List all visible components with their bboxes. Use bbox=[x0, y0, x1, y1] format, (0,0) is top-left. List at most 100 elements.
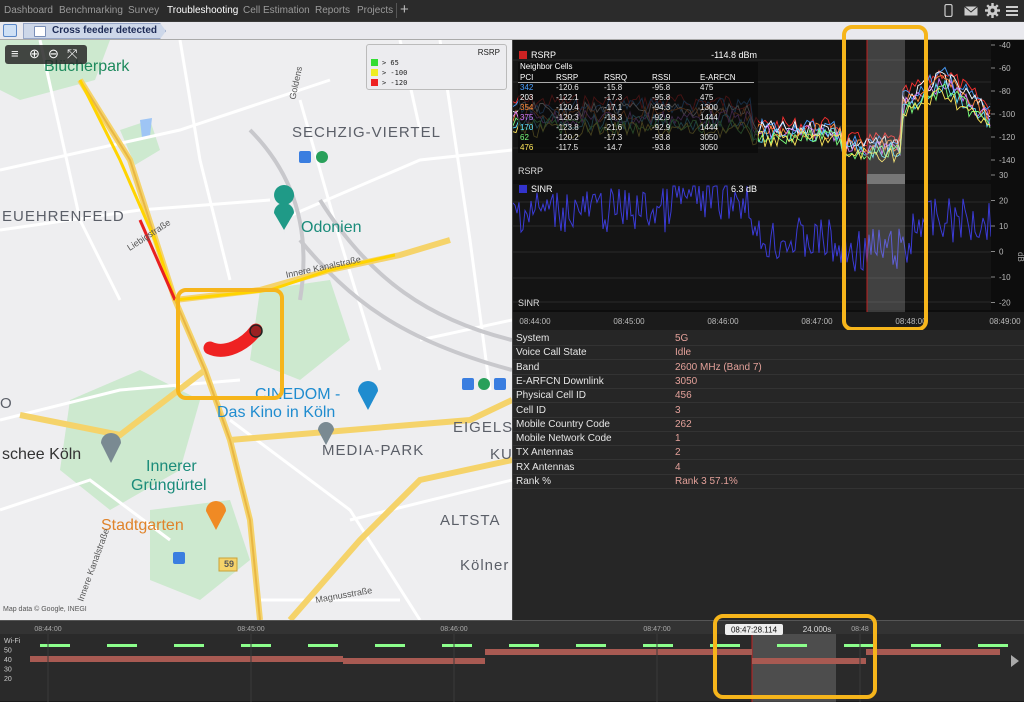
timeline-panel[interactable]: 08:44:00 08:45:00 08:46:00 08:47:00 08:48 Wi… bbox=[0, 614, 1024, 702]
parameter-row: Rank % Rank 3 57.1% bbox=[513, 475, 1024, 489]
timeline-row-labels: Wi-Fi 50 40 30 20 bbox=[4, 638, 21, 683]
sinr-tick-label: -10 bbox=[999, 273, 1011, 282]
legend-swatch bbox=[371, 69, 378, 76]
legend-row: > -120 bbox=[371, 79, 407, 87]
rsrp-tick-label: -60 bbox=[999, 64, 1011, 73]
rsrp-tick-label: -120 bbox=[999, 133, 1016, 142]
chart-time-tick: 08:45:00 bbox=[613, 317, 645, 326]
timeline-row-label: Wi-Fi bbox=[4, 638, 21, 645]
neighbor-cell: -120.2 bbox=[556, 133, 579, 142]
neighbor-row[interactable]: 62 -120.2 -17.3 -93.8 3050 bbox=[518, 133, 754, 143]
neighbor-cell: 475 bbox=[700, 83, 714, 93]
neighbor-cell: -122.1 bbox=[556, 93, 579, 102]
cell-parameters-panel: System 5G Voice Call State Idle Band 2600 MHz… bbox=[512, 330, 1024, 620]
nav-troubleshooting[interactable]: Troubleshooting bbox=[167, 5, 238, 16]
neighbor-row[interactable]: 354 -120.4 -17.1 -94.3 1300 bbox=[518, 103, 754, 113]
nav-survey[interactable]: Survey bbox=[128, 5, 159, 16]
neighbor-cell: -18.3 bbox=[604, 113, 623, 122]
wifi-segment bbox=[375, 644, 405, 647]
chart-panel[interactable]: -40 -60 -80 -100 -120 -140 30 20 10 0 -10 -20 08:4… bbox=[512, 25, 1024, 331]
sinr-unit-label: dB bbox=[1016, 252, 1024, 262]
menu-icon[interactable] bbox=[1006, 5, 1018, 20]
neighbor-cell: -93.8 bbox=[652, 133, 671, 142]
parameter-name: E-ARFCN Downlink bbox=[516, 375, 604, 387]
rsrp-axis-label: RSRP bbox=[518, 166, 543, 176]
parameter-row: Mobile Network Code 1 bbox=[513, 432, 1024, 447]
wifi-segment bbox=[978, 644, 1008, 647]
timeline-tick: 08:46:00 bbox=[440, 626, 467, 633]
neighbor-cell: 476 bbox=[520, 143, 534, 152]
neighbor-cell: -17.3 bbox=[604, 133, 623, 142]
wifi-segment bbox=[509, 644, 539, 647]
neighbor-cell: 3050 bbox=[700, 143, 718, 152]
parameter-value: 2 bbox=[675, 447, 681, 459]
breadcrumb-item[interactable]: Cross feeder detected bbox=[23, 23, 166, 39]
fit-route-button[interactable]: ⤧ bbox=[67, 46, 77, 62]
play-icon[interactable] bbox=[1011, 655, 1019, 667]
nav-reports[interactable]: Reports bbox=[315, 5, 350, 16]
parameter-value: 5G bbox=[675, 333, 689, 344]
home-icon[interactable] bbox=[3, 24, 17, 37]
neighbor-row[interactable]: 476 -117.5 -14.7 -93.8 3050 bbox=[518, 143, 754, 153]
chart-time-tick: 08:47:00 bbox=[801, 317, 833, 326]
mail-icon[interactable] bbox=[964, 6, 978, 19]
nav-cell-estimation[interactable]: Cell Estimation bbox=[243, 5, 310, 16]
road-number-label: 59 bbox=[224, 559, 235, 569]
parameter-value: 1 bbox=[675, 433, 681, 445]
rsrp-tick-label: -140 bbox=[999, 156, 1016, 165]
phone-icon[interactable] bbox=[944, 3, 953, 20]
district-label: MEDIA-PARK bbox=[322, 442, 425, 459]
neighbor-cell: -93.8 bbox=[652, 143, 671, 152]
poi-marker-icon bbox=[274, 185, 295, 236]
chart-time-tick: 08:44:00 bbox=[519, 317, 551, 326]
parameter-value: 2600 MHz (Band 7) bbox=[675, 361, 762, 373]
timeline-row-label: 30 bbox=[4, 667, 12, 674]
transit-icon bbox=[299, 151, 328, 163]
district-label: EIGELS bbox=[453, 419, 512, 436]
layers-button[interactable]: ≡ bbox=[11, 46, 19, 61]
add-tab-button[interactable]: + bbox=[400, 1, 409, 18]
neighbor-row[interactable]: 342 -120.6 -15.8 -95.8 475 bbox=[518, 83, 754, 93]
gear-icon[interactable] bbox=[985, 3, 1000, 21]
district-label: KU bbox=[490, 446, 512, 463]
zoom-in-button[interactable]: ⊕ bbox=[29, 46, 40, 62]
parameter-name: TX Antennas bbox=[516, 447, 574, 459]
district-label: EUEHRENFELD bbox=[2, 208, 125, 225]
neighbor-cell: 342 bbox=[520, 83, 534, 93]
neighbor-row[interactable]: 170 -123.8 -21.6 -92.9 1444 bbox=[518, 123, 754, 133]
neighbor-col-header: RSRP bbox=[554, 73, 602, 83]
neighbor-row[interactable]: 375 -120.3 -18.3 -92.9 1444 bbox=[518, 113, 754, 123]
legend-swatch bbox=[371, 59, 378, 66]
neighbor-cell: -14.7 bbox=[604, 143, 623, 152]
parameter-row: RX Antennas 4 bbox=[513, 461, 1024, 475]
highlight-frame-timeline bbox=[713, 614, 877, 699]
poi-label: Stadtgarten bbox=[101, 517, 184, 534]
parameter-name: Mobile Network Code bbox=[516, 433, 612, 445]
nav-benchmarking[interactable]: Benchmarking bbox=[59, 5, 123, 16]
parameter-name: Cell ID bbox=[516, 404, 547, 416]
rsrp-tick-label: -40 bbox=[999, 41, 1011, 50]
legend-title: RSRP bbox=[477, 48, 500, 57]
neighbor-cell: 375 bbox=[520, 113, 534, 122]
sinr-tick-label: 30 bbox=[999, 171, 1008, 180]
rsrp-tick-label: -80 bbox=[999, 87, 1011, 96]
parameter-name: RX Antennas bbox=[516, 461, 575, 473]
neighbor-row[interactable]: 203 -122.1 -17.3 -95.8 475 bbox=[518, 93, 754, 103]
parameter-value: Idle bbox=[675, 347, 692, 359]
neighbor-col-header: PCI bbox=[518, 73, 554, 83]
neighbor-cell: -21.6 bbox=[604, 123, 623, 132]
wifi-segment bbox=[442, 644, 472, 647]
poi-label: Innerer bbox=[146, 458, 197, 475]
neighbor-cell: -120.4 bbox=[556, 103, 579, 112]
parameter-row: Voice Call State Idle bbox=[513, 346, 1024, 361]
parameter-value: 3050 bbox=[675, 375, 698, 387]
neighbor-cell: 170 bbox=[520, 123, 534, 132]
zoom-out-button[interactable]: ⊖ bbox=[48, 46, 59, 62]
neighbor-cell: -17.1 bbox=[604, 103, 623, 112]
map-view[interactable]: Blücherpark SECHZIG-VIERTEL EUEHRENFELD … bbox=[0, 40, 512, 620]
nav-dashboard[interactable]: Dashboard bbox=[4, 5, 53, 16]
nav-projects[interactable]: Projects bbox=[357, 5, 393, 16]
parameter-row: E-ARFCN Downlink 3050 bbox=[513, 375, 1024, 389]
highlight-frame-map bbox=[176, 288, 284, 400]
chart-time-tick: 08:46:00 bbox=[707, 317, 739, 326]
